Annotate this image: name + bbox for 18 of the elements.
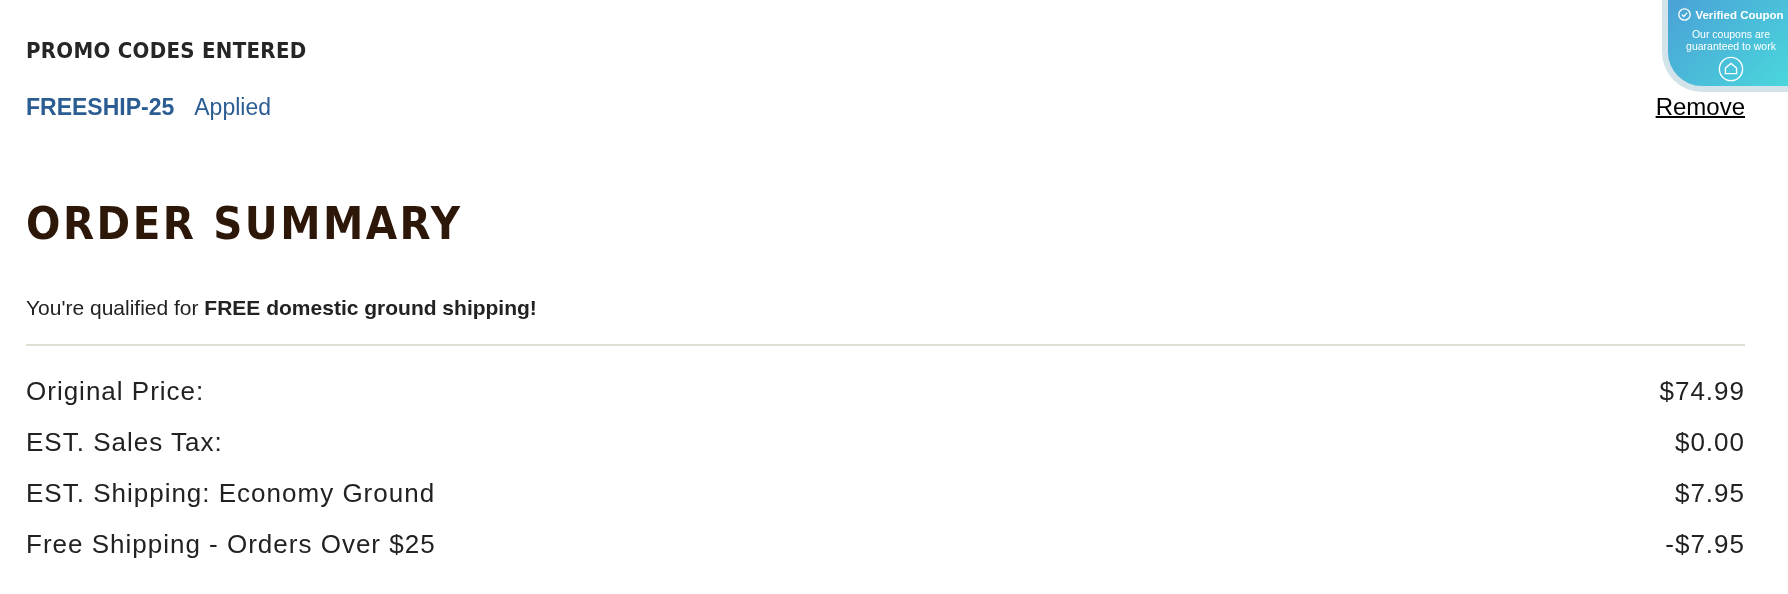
promo-status: Applied [194, 94, 271, 120]
price-label: Original Price: [26, 376, 205, 407]
badge-text: Our coupons are guaranteed to work [1685, 28, 1777, 53]
badge-title: Verified Coupon [1695, 8, 1784, 21]
price-label: Free Shipping - Orders Over $25 [26, 529, 436, 560]
price-value: -$7.95 [1665, 529, 1745, 560]
price-label: EST. Shipping: Economy Ground [26, 478, 436, 509]
house-icon [1718, 56, 1744, 83]
price-value: $7.95 [1674, 478, 1745, 509]
promo-code: FREESHIP-25 [26, 94, 175, 120]
price-value: $74.99 [1659, 376, 1745, 407]
section-heading: PROMO CODES ENTERED [26, 38, 307, 63]
check-circle-icon [1678, 8, 1692, 21]
shipping-notice: You're qualified for FREE domestic ground shipping! [26, 296, 538, 320]
price-value: $0.00 [1674, 427, 1745, 458]
price-label: EST. Sales Tax: [26, 427, 223, 458]
page-heading: ORDER SUMMARY [26, 201, 464, 246]
remove-link[interactable]: Remove [1655, 93, 1745, 121]
